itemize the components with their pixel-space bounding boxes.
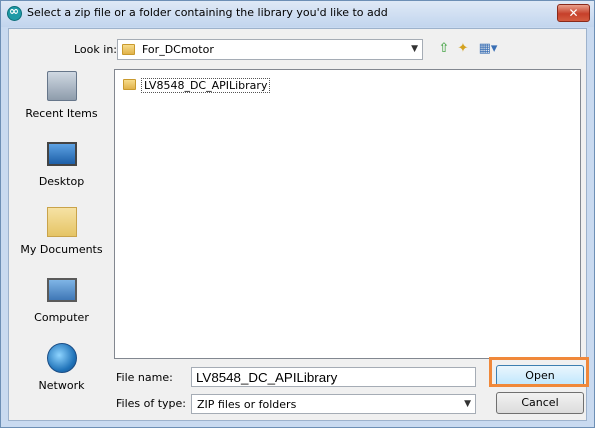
place-label: Desktop xyxy=(38,175,85,188)
place-label: Network xyxy=(38,379,85,392)
my-documents-icon xyxy=(47,207,77,237)
up-one-level-icon[interactable]: ⇧ xyxy=(436,40,452,58)
place-label: My Documents xyxy=(20,243,103,256)
cancel-button[interactable]: Cancel xyxy=(496,392,584,414)
new-folder-icon[interactable]: ✦ xyxy=(455,40,471,58)
chevron-down-icon: ▼ xyxy=(411,44,418,54)
window-title: Select a zip file or a folder containing… xyxy=(27,6,388,19)
computer-icon xyxy=(47,278,77,302)
place-desktop[interactable]: Desktop xyxy=(11,139,112,203)
folder-icon xyxy=(123,79,136,90)
dialog-content: Look in: For_DCmotor ▼ ⇧ ✦ ▦▾ Recent Ite… xyxy=(8,28,589,421)
file-list[interactable]: LV8548_DC_APILibrary xyxy=(114,69,581,359)
file-name: LV8548_DC_APILibrary xyxy=(141,78,271,93)
look-in-value: For_DCmotor xyxy=(142,43,214,56)
view-menu-icon[interactable]: ▦▾ xyxy=(475,40,501,58)
file-name-input[interactable] xyxy=(191,367,476,387)
close-button[interactable]: ✕ xyxy=(557,4,590,22)
chevron-down-icon: ▼ xyxy=(464,399,471,409)
file-chooser-dialog: Select a zip file or a folder containing… xyxy=(0,0,595,428)
look-in-combo[interactable]: For_DCmotor ▼ xyxy=(117,39,423,60)
place-computer[interactable]: Computer xyxy=(11,275,112,339)
title-bar: Select a zip file or a folder containing… xyxy=(1,1,594,27)
arduino-icon xyxy=(7,4,22,21)
file-type-value: ZIP files or folders xyxy=(197,398,297,411)
file-name-label: File name: xyxy=(116,371,173,384)
place-label: Computer xyxy=(34,311,89,324)
highlight-box xyxy=(489,357,589,387)
recent-items-icon xyxy=(47,71,77,101)
network-icon xyxy=(47,343,77,373)
place-label: Recent Items xyxy=(25,107,98,120)
file-type-combo[interactable]: ZIP files or folders ▼ xyxy=(191,394,476,414)
place-recent-items[interactable]: Recent Items xyxy=(11,71,112,135)
desktop-icon xyxy=(47,142,77,166)
place-network[interactable]: Network xyxy=(11,343,112,407)
look-in-label: Look in: xyxy=(74,43,117,56)
place-my-documents[interactable]: My Documents xyxy=(11,207,112,271)
file-type-label: Files of type: xyxy=(116,397,187,410)
places-bar: Recent Items Desktop My Documents Comput… xyxy=(11,69,112,419)
folder-icon xyxy=(122,44,135,55)
